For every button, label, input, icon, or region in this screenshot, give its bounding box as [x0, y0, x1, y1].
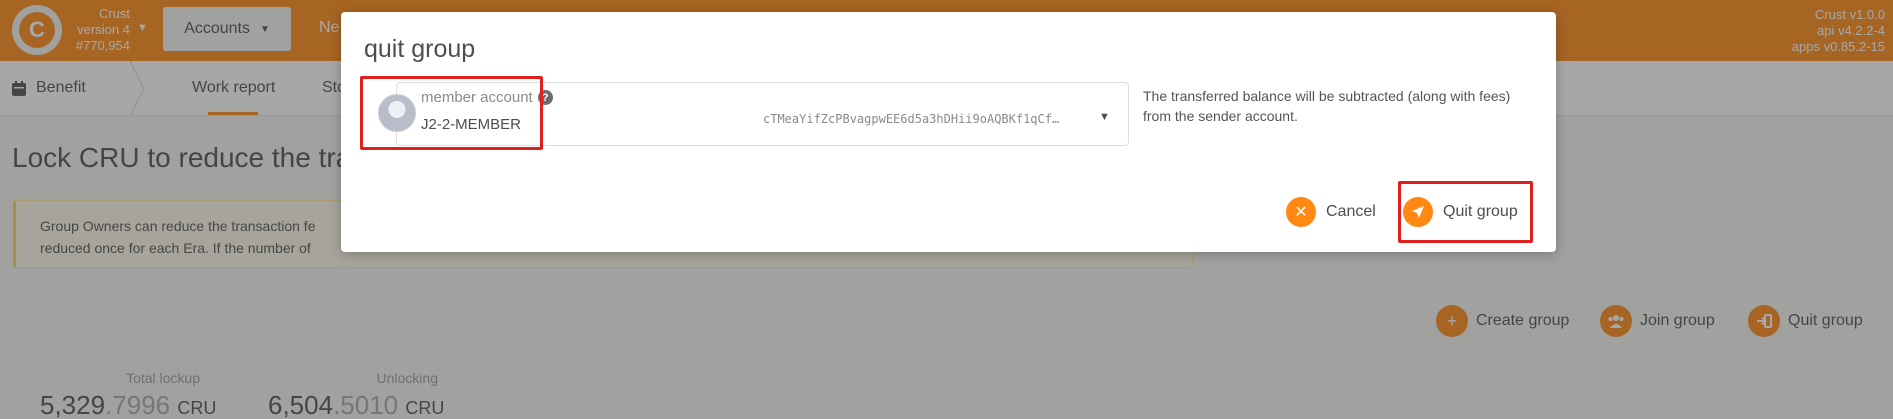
- dropdown-caret-icon[interactable]: ▼: [1099, 111, 1110, 123]
- account-address: cTMeaYifZcPBvagpwEE6d5a3hDHii9oAQBKf1qCf…: [763, 112, 1060, 126]
- member-account-label: member account ?: [421, 89, 553, 106]
- send-icon: [1403, 197, 1433, 227]
- cancel-label: Cancel: [1326, 203, 1376, 220]
- question-icon[interactable]: ?: [537, 90, 553, 105]
- confirm-label: Quit group: [1443, 203, 1518, 220]
- account-avatar: [378, 94, 416, 132]
- confirm-quit-group-button[interactable]: Quit group: [1403, 197, 1518, 227]
- modal-title: quit group: [364, 35, 476, 63]
- quit-group-modal: quit group member account ? J2-2-MEMBER …: [341, 12, 1556, 252]
- field-help-text: The transferred balance will be subtract…: [1143, 88, 1511, 124]
- cancel-button[interactable]: ✕ Cancel: [1286, 197, 1376, 227]
- field-label-text: member account: [421, 89, 533, 106]
- account-name: J2-2-MEMBER: [421, 116, 522, 133]
- close-icon: ✕: [1286, 197, 1316, 227]
